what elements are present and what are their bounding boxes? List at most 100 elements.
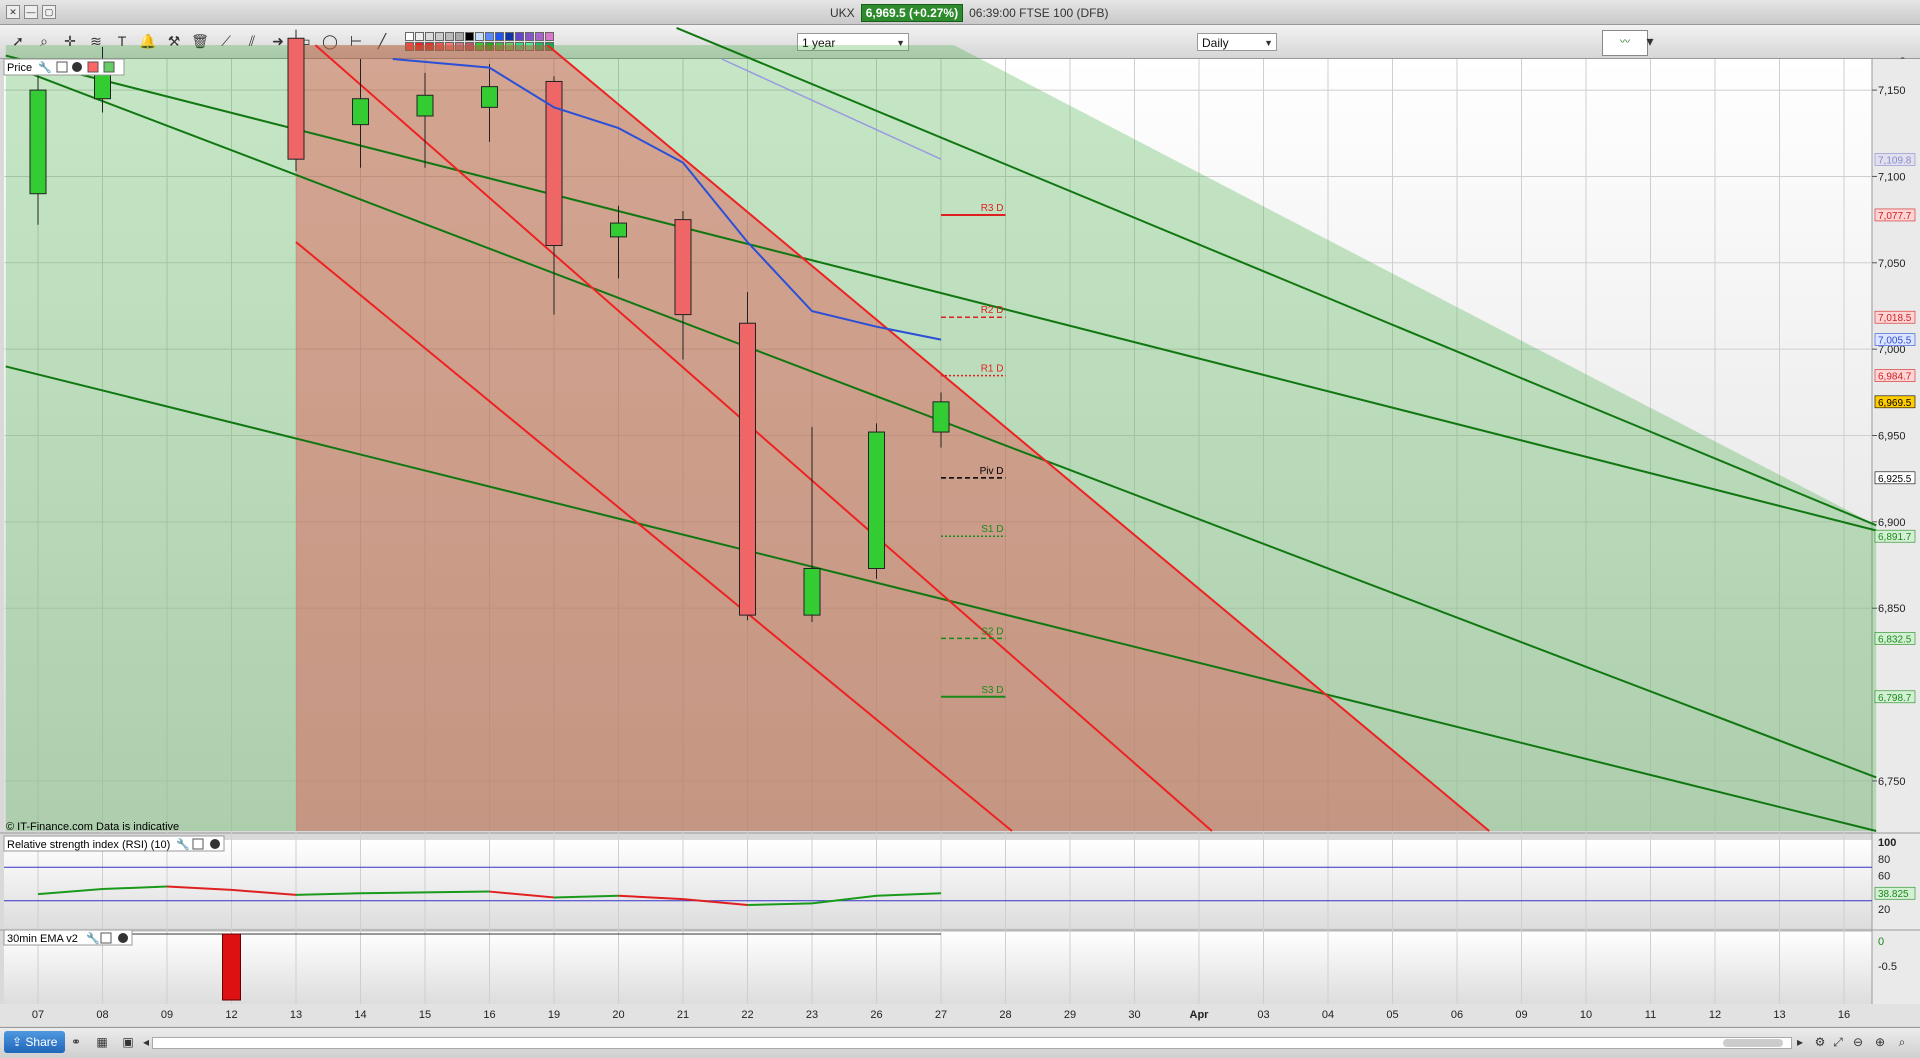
rsi-segment (360, 891, 426, 895)
x-axis-tick-label: 06 (1451, 1009, 1463, 1021)
fit-icon[interactable]: ⤢ (1830, 1034, 1846, 1050)
move-down-icon[interactable] (87, 61, 99, 73)
window-icon[interactable] (192, 838, 204, 850)
zoom-out-icon[interactable]: ⊖ (1850, 1034, 1866, 1050)
price-badge-label: 7,109.8 (1878, 156, 1912, 167)
window-icon[interactable] (100, 932, 112, 944)
window-icon[interactable] (56, 61, 68, 73)
ema-panel-background (4, 932, 1872, 1004)
candle-up (352, 98, 369, 126)
wrench-icon[interactable]: 🔧 (176, 837, 190, 851)
price-panel-header: Price 🔧 (3, 58, 125, 76)
candle-up (416, 94, 434, 117)
candle-up (932, 401, 950, 433)
price-badge-label: 6,832.5 (1878, 634, 1912, 645)
x-axis-tick-label: 07 (32, 1009, 44, 1021)
x-axis-tick-label: 22 (741, 1009, 753, 1021)
x-axis-tick-label: 12 (225, 1009, 237, 1021)
y-axis-tick-label: 6,950 (1878, 431, 1906, 443)
ema-tick-label: -0.5 (1878, 961, 1897, 973)
x-axis-tick-label: 27 (935, 1009, 947, 1021)
chart-area[interactable]: R3 D R2 D R1 D Piv D S1 D S2 D S3 D 7,150 7,100… (0, 0, 1920, 1027)
pivot-label: S1 D (981, 524, 1003, 535)
price-badge-label: 6,798.7 (1878, 693, 1912, 704)
x-axis-tick-label: 05 (1386, 1009, 1398, 1021)
x-axis-tick-label: 29 (1064, 1009, 1076, 1021)
candle-up (29, 89, 47, 195)
rsi-panel-header: Relative strength index (RSI) (10) 🔧 (3, 835, 225, 852)
move-up-icon[interactable] (103, 61, 115, 73)
table-icon[interactable]: ▦ (94, 1034, 110, 1050)
x-axis-tick-label: Apr (1190, 1009, 1210, 1021)
x-axis-tick-label: 30 (1128, 1009, 1140, 1021)
pivot-label: Piv D (980, 466, 1004, 477)
y-axis-tick-label: 6,850 (1878, 603, 1906, 615)
price-badge-label: 6,969.5 (1878, 398, 1912, 409)
search-icon[interactable]: ⌕ (1894, 1034, 1910, 1050)
rsi-value-label: 38.825 (1878, 889, 1909, 900)
x-axis-tick-label: 16 (1838, 1009, 1850, 1021)
x-axis-tick-label: 21 (677, 1009, 689, 1021)
close-icon[interactable] (210, 839, 220, 849)
link-icon[interactable]: ⚭ (68, 1034, 84, 1050)
ema-tick-label: 0 (1878, 936, 1884, 948)
rsi-segment (424, 890, 490, 894)
pivot-label: R2 D (981, 305, 1004, 316)
x-axis-tick-label: 04 (1322, 1009, 1334, 1021)
x-axis-tick-label: 16 (483, 1009, 495, 1021)
x-axis-tick-label: 11 (1645, 1009, 1656, 1021)
rsi-tick-label: 80 (1878, 854, 1890, 866)
x-axis-tick-label: 15 (419, 1009, 431, 1021)
x-axis-tick-label: 20 (612, 1009, 624, 1021)
share-button[interactable]: ⇪ Share (4, 1031, 66, 1053)
close-icon[interactable] (72, 62, 82, 72)
x-axis-tick-label: 03 (1257, 1009, 1269, 1021)
scroll-thumb[interactable] (1723, 1039, 1783, 1047)
price-badge-label: 7,005.5 (1878, 336, 1912, 347)
price-badge-label: 6,891.7 (1878, 532, 1912, 543)
y-axis-tick-label: 7,100 (1878, 171, 1906, 183)
candle-up (803, 567, 821, 616)
chart-settings-icon[interactable]: ⚙ (1812, 1034, 1828, 1050)
time-axis-background (0, 1004, 1920, 1026)
price-panel-label: Price (7, 62, 32, 74)
pivot-label: R1 D (981, 364, 1004, 375)
y-axis-tick-label: 6,750 (1878, 776, 1906, 788)
x-axis-tick-label: 14 (354, 1009, 366, 1021)
x-axis-tick-label: 09 (1515, 1009, 1527, 1021)
wrench-icon[interactable]: 🔧 (86, 931, 100, 945)
wrench-icon[interactable]: 🔧 (38, 60, 52, 74)
candle-down (287, 37, 305, 160)
rsi-tick-label: 60 (1878, 871, 1890, 883)
candle-up (481, 86, 498, 108)
price-badge-label: 7,077.7 (1878, 211, 1912, 222)
ema-panel-header: 30min EMA v2 🔧 (3, 929, 133, 946)
rsi-tick-label: 20 (1878, 904, 1890, 916)
y-axis-tick-label: 7,050 (1878, 258, 1906, 270)
y-axis-tick-label: 6,900 (1878, 517, 1906, 529)
x-axis-tick-label: 09 (161, 1009, 173, 1021)
y-axis-tick-label: 7,150 (1878, 85, 1906, 97)
x-axis-tick-label: 13 (1773, 1009, 1785, 1021)
x-axis-tick-label: 08 (96, 1009, 108, 1021)
candle-up (610, 222, 627, 238)
zoom-in-icon[interactable]: ⊕ (1872, 1034, 1888, 1050)
x-axis-tick-label: 19 (548, 1009, 560, 1021)
candle-up (868, 431, 885, 569)
horizontal-scrollbar[interactable] (152, 1037, 1792, 1049)
candle-down (674, 219, 692, 316)
scroll-right-icon[interactable]: ▸ (1792, 1034, 1808, 1050)
ema-bar (222, 933, 241, 1001)
x-axis-tick-label: 26 (870, 1009, 882, 1021)
rsi-panel-background (4, 840, 1872, 928)
x-axis-tick-label: 13 (290, 1009, 302, 1021)
rsi-panel-label: Relative strength index (RSI) (10) (7, 839, 170, 851)
x-axis-tick-label: 23 (806, 1009, 818, 1021)
copyright-text: © IT-Finance.com Data is indicative (6, 821, 179, 833)
price-badge-label: 6,984.7 (1878, 372, 1912, 383)
pivot-label: S2 D (981, 626, 1003, 637)
price-badge-label: 6,925.5 (1878, 474, 1912, 485)
pivot-label: S3 D (981, 685, 1003, 696)
image-icon[interactable]: ▣ (120, 1034, 136, 1050)
close-icon[interactable] (118, 933, 128, 943)
